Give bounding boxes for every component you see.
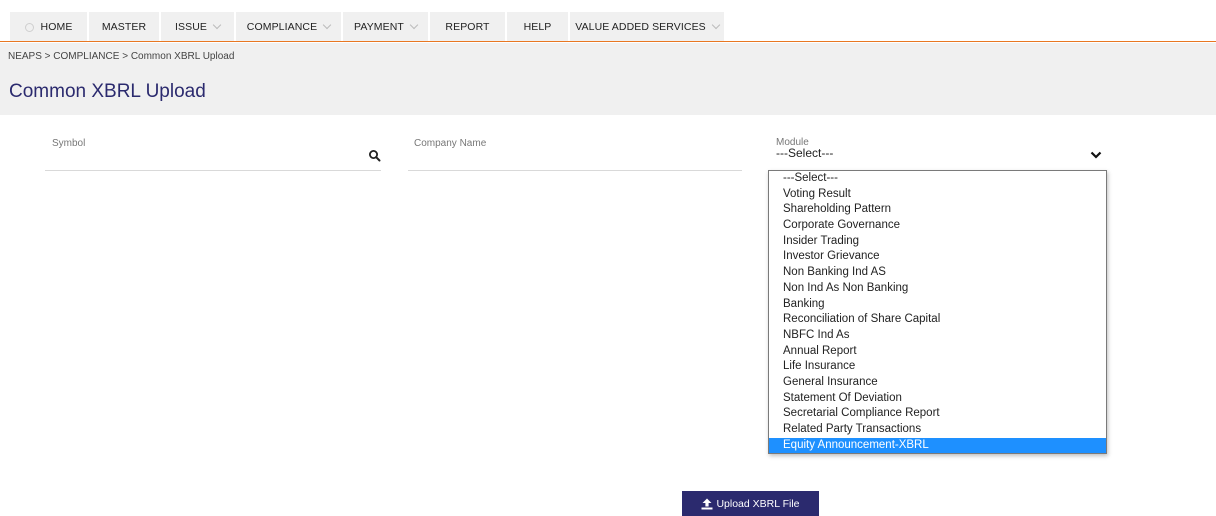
module-option[interactable]: Non Ind As Non Banking [769, 281, 1106, 297]
nav-payment[interactable]: PAYMENT [343, 12, 429, 42]
home-icon [24, 22, 34, 32]
nav-report[interactable]: REPORT [430, 12, 506, 42]
module-option[interactable]: Investor Grievance [769, 249, 1106, 265]
module-dropdown-list[interactable]: ---Select--- Voting Result Shareholding Pa… [768, 170, 1107, 454]
module-option[interactable]: Shareholding Pattern [769, 202, 1106, 218]
module-option[interactable]: Non Banking Ind AS [769, 265, 1106, 281]
module-option[interactable]: Secretarial Compliance Report [769, 406, 1106, 422]
nav-help[interactable]: HELP [507, 12, 569, 42]
chevron-down-icon [711, 20, 721, 30]
module-option[interactable]: Banking [769, 297, 1106, 313]
breadcrumb: NEAPS > COMPLIANCE > Common XBRL Upload [0, 43, 1216, 71]
symbol-label: Symbol [52, 138, 86, 149]
search-icon[interactable] [368, 149, 382, 163]
module-option[interactable]: Voting Result [769, 187, 1106, 203]
module-option[interactable]: Life Insurance [769, 359, 1106, 375]
module-option[interactable]: Insider Trading [769, 234, 1106, 250]
module-option[interactable]: Annual Report [769, 344, 1106, 360]
nav-issue[interactable]: ISSUE [161, 12, 235, 42]
nav-vas-label: VALUE ADDED SERVICES [575, 21, 706, 33]
page-title: Common XBRL Upload [9, 81, 206, 102]
nav-home-label: HOME [40, 21, 73, 33]
module-option[interactable]: Equity Announcement-XBRL [769, 437, 1106, 454]
nav-value-added-services[interactable]: VALUE ADDED SERVICES [570, 12, 725, 42]
module-option[interactable]: General Insurance [769, 375, 1106, 391]
upload-xbrl-button[interactable]: Upload XBRL File [682, 491, 819, 516]
module-select[interactable]: ---Select--- [776, 146, 833, 160]
nav-compliance[interactable]: COMPLIANCE [236, 12, 342, 42]
company-name-input[interactable] [408, 170, 742, 171]
module-option[interactable]: Corporate Governance [769, 218, 1106, 234]
nav-master-label: MASTER [101, 21, 147, 33]
chevron-down-icon [322, 20, 332, 30]
chevron-down-icon[interactable] [1090, 150, 1102, 160]
nav-help-label: HELP [523, 21, 552, 33]
symbol-input[interactable] [45, 170, 381, 171]
nav-issue-label: ISSUE [174, 21, 207, 33]
module-option[interactable]: NBFC Ind As [769, 328, 1106, 344]
module-option[interactable]: Reconciliation of Share Capital [769, 312, 1106, 328]
upload-button-label: Upload XBRL File [716, 497, 800, 510]
chevron-down-icon [212, 20, 222, 30]
company-name-label: Company Name [414, 138, 487, 149]
top-navbar: HOME MASTER ISSUE COMPLIANCE PAYMENT REP… [0, 0, 1216, 42]
nav-home[interactable]: HOME [10, 12, 88, 42]
nav-compliance-label: COMPLIANCE [246, 21, 318, 33]
nav-report-label: REPORT [445, 21, 490, 33]
nav-divider [0, 41, 1216, 42]
upload-icon [701, 498, 713, 509]
nav-payment-label: PAYMENT [354, 21, 404, 33]
chevron-down-icon [409, 20, 419, 30]
module-option[interactable]: ---Select--- [769, 171, 1106, 187]
nav-master[interactable]: MASTER [89, 12, 160, 42]
module-option[interactable]: Statement Of Deviation [769, 391, 1106, 407]
module-option[interactable]: Related Party Transactions [769, 422, 1106, 438]
